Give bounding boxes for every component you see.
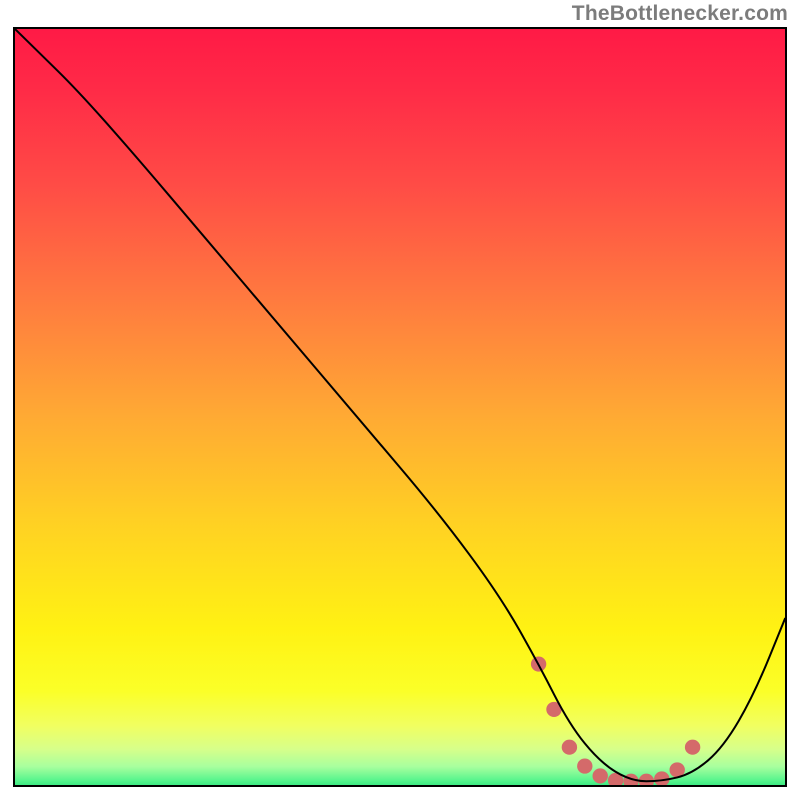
highlight-dot [639, 774, 654, 785]
curve-layer [15, 29, 785, 785]
bottleneck-curve [15, 29, 785, 781]
highlight-dot [654, 771, 669, 785]
highlight-dot [593, 768, 608, 783]
attribution-label: TheBottlenecker.com [572, 2, 788, 26]
highlight-dots [531, 656, 700, 785]
highlight-dot [685, 740, 700, 755]
highlight-dot [562, 740, 577, 755]
chart-frame: TheBottlenecker.com [0, 0, 800, 800]
plot-area [13, 27, 787, 787]
highlight-dot [577, 759, 592, 774]
